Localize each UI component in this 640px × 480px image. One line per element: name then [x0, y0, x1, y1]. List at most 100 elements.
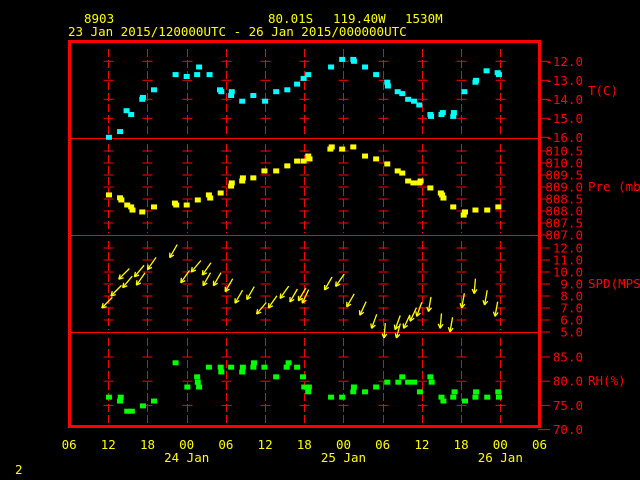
wind-arrow-head [279, 293, 282, 299]
pressure-point [151, 204, 158, 210]
temperature-point [105, 134, 112, 140]
x-tick-label: 06 [62, 437, 77, 452]
humidity-point [384, 379, 391, 385]
pressure-point [183, 202, 190, 208]
page-number: 2 [15, 462, 23, 477]
humidity-point [128, 408, 135, 414]
temperature-point [196, 64, 203, 70]
pressure-point [484, 207, 491, 213]
humidity-point [117, 394, 124, 400]
temperature-point [305, 72, 312, 78]
temperature-point [405, 96, 412, 102]
y-tick-label: 5.0 [560, 325, 583, 340]
y-tick-label: -14.0 [545, 92, 583, 107]
humidity-point [273, 374, 280, 380]
wind-arrow-head [415, 311, 418, 317]
humidity-point [105, 394, 112, 400]
humidity-point [450, 394, 457, 400]
pressure-point [427, 185, 434, 191]
series-label-pressure: Pre (mb) [588, 179, 640, 194]
humidity-point [194, 379, 201, 385]
y-tick-label: 70.0 [553, 422, 583, 437]
humidity-point [217, 364, 224, 370]
temperature-point [439, 110, 446, 116]
x-tick-label: 18 [297, 437, 312, 452]
pressure-point [300, 158, 307, 164]
y-tick-label: 85.0 [553, 350, 583, 365]
pressure-point [139, 209, 146, 215]
temperature-point [411, 98, 418, 104]
x-tick-label: 12 [414, 437, 429, 452]
humidity-point [328, 394, 335, 400]
wind-arrow-head [370, 323, 373, 329]
pressure-point [173, 202, 180, 208]
temperature-point [373, 72, 380, 78]
humidity-point [294, 364, 301, 370]
y-tick-label: -12.0 [545, 54, 583, 69]
humidity-point [285, 360, 292, 366]
pressure-point [261, 168, 268, 174]
pressure-point [284, 163, 291, 169]
pressure-point [339, 146, 346, 152]
humidity-point [283, 364, 290, 370]
wind-arrow-head [135, 280, 138, 286]
temperature-point [151, 87, 158, 93]
temperature-point [483, 68, 490, 74]
temperature-point [273, 89, 280, 95]
temperature-point [416, 102, 423, 108]
temperature-point [139, 94, 146, 100]
temperature-point [384, 83, 391, 89]
pressure-point [239, 175, 246, 181]
background [0, 0, 640, 480]
humidity-point [184, 384, 191, 390]
humidity-point [472, 394, 479, 400]
pressure-point [405, 178, 412, 184]
humidity-point [473, 389, 480, 395]
y-tick-label: 80.0 [553, 374, 583, 389]
temperature-point [172, 72, 179, 78]
pressure-point [306, 156, 313, 162]
pressure-point [373, 156, 380, 162]
temperature-point [350, 58, 357, 64]
humidity-point [495, 394, 502, 400]
x-date-label: 25 Jan [321, 450, 366, 465]
pressure-point [129, 207, 136, 213]
temperature-point [461, 89, 468, 95]
series-label-temperature: T(C) [588, 83, 618, 98]
temperature-point [428, 113, 435, 119]
humidity-point [151, 398, 158, 404]
humidity-point [250, 364, 257, 370]
pressure-point [328, 144, 335, 150]
humidity-point [305, 389, 312, 395]
x-tick-label: 12 [101, 437, 116, 452]
temperature-point [495, 72, 502, 78]
humidity-point [495, 389, 502, 395]
pressure-point [410, 180, 417, 186]
temperature-point [239, 98, 246, 104]
pressure-point [228, 180, 235, 186]
pressure-point [399, 170, 406, 176]
humidity-point [350, 384, 357, 390]
pressure-point [450, 204, 457, 210]
pressure-point [495, 204, 502, 210]
temperature-point [294, 81, 301, 87]
humidity-point [196, 384, 203, 390]
pressure-point [350, 144, 357, 150]
y-tick-label: 75.0 [553, 398, 583, 413]
x-date-label: 24 Jan [164, 450, 209, 465]
time-range: 23 Jan 2015/120000UTC - 26 Jan 2015/0000… [68, 24, 407, 39]
humidity-point [462, 398, 469, 404]
temperature-point [450, 110, 457, 116]
pressure-point [105, 192, 112, 198]
humidity-point [305, 384, 312, 390]
x-tick-label: 06 [532, 437, 547, 452]
pressure-point [194, 197, 201, 203]
humidity-point [239, 364, 246, 370]
pressure-point [273, 168, 280, 174]
pressure-point [417, 178, 424, 184]
pressure-point [362, 153, 369, 159]
wind-arrow-head [201, 269, 204, 276]
y-tick-label: -15.0 [545, 111, 583, 126]
humidity-point [218, 369, 225, 375]
humidity-point [299, 374, 306, 380]
